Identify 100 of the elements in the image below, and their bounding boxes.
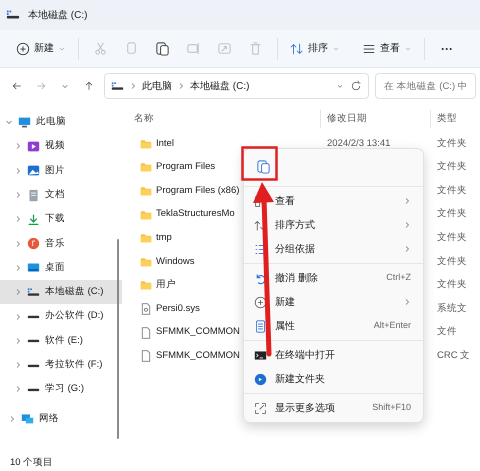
menu-item[interactable]: 显示更多选项 Shift+F10 — [244, 396, 423, 420]
paste-icon — [256, 159, 271, 174]
sidebar-item[interactable]: 考拉软件 (F:) — [0, 352, 122, 378]
menu-item[interactable]: 新建文件夹 — [244, 367, 423, 391]
menu-item[interactable]: 分组依据 — [244, 237, 423, 261]
sidebar-item[interactable]: 网络 — [0, 406, 122, 431]
file-icon — [140, 326, 152, 339]
file-type: 文件夹 — [437, 138, 467, 149]
menu-item[interactable]: 在终端中打开 — [244, 343, 423, 367]
download-icon — [27, 212, 40, 226]
item-count: 10 个项目 — [10, 456, 54, 470]
file-type: 文件夹 — [437, 256, 467, 267]
sidebar-item[interactable]: 文档 — [0, 182, 122, 208]
sort-button[interactable]: 排序 — [284, 38, 346, 59]
folder-icon — [140, 138, 152, 150]
highlight-frame — [241, 146, 278, 181]
more-button[interactable]: ··· — [435, 36, 459, 60]
more-options-icon — [254, 402, 267, 414]
sidebar-item[interactable]: 本地磁盘 (C:) — [0, 280, 122, 304]
folder-icon — [140, 161, 152, 174]
address-bar[interactable]: 此电脑 本地磁盘 (C:) — [104, 73, 369, 99]
column-header[interactable]: 修改日期 — [327, 112, 367, 126]
view-button[interactable]: 查看 — [356, 38, 418, 59]
chevron-icon — [129, 82, 137, 90]
window-title: 本地磁盘 (C:) — [28, 8, 88, 22]
forward-icon — [35, 80, 47, 92]
file-name[interactable]: Program Files — [156, 160, 216, 175]
back-icon — [11, 80, 23, 92]
share-icon — [217, 41, 232, 56]
menu-item[interactable]: 属性 Alt+Enter — [244, 314, 423, 338]
menu-item[interactable]: 排序方式 — [244, 213, 423, 237]
chevron-icon — [14, 264, 22, 272]
document-icon — [27, 188, 40, 202]
shortcut: Alt+Enter — [374, 319, 411, 332]
terminal-icon — [254, 348, 267, 362]
file-icon — [140, 350, 152, 362]
chevron-icon — [14, 191, 22, 200]
chevron-icon — [14, 166, 22, 175]
chevron-icon — [14, 361, 22, 370]
file-name[interactable]: SFMMK_COMMON — [156, 325, 240, 340]
file-type: CRC 文 — [437, 350, 470, 362]
music-icon — [27, 237, 40, 250]
desktop-icon — [27, 261, 40, 274]
chevron-icon — [5, 118, 13, 126]
plus-icon — [16, 42, 30, 56]
chevron-icon — [14, 385, 22, 394]
chevron-icon — [14, 312, 22, 321]
chevron-icon — [177, 82, 185, 90]
file-name[interactable]: TeklaStructuresMo — [156, 207, 235, 222]
system-file-icon — [140, 302, 152, 315]
new-folder-icon — [254, 372, 267, 386]
chevron-icon — [14, 240, 22, 248]
breadcrumb[interactable]: 此电脑 — [142, 78, 172, 94]
folder-icon — [140, 279, 152, 292]
menu-item[interactable]: 撤消 删除 Ctrl+Z — [244, 266, 423, 290]
shortcut: Ctrl+Z — [386, 271, 411, 284]
column-header[interactable]: 类型 — [437, 112, 457, 126]
network-icon — [21, 412, 34, 426]
sidebar-item[interactable]: 音乐 — [0, 231, 122, 256]
chevron-icon — [14, 142, 22, 150]
file-name[interactable]: tmp — [156, 231, 172, 246]
chevron-icon — [403, 221, 411, 229]
file-name[interactable]: Persi0.sys — [156, 302, 200, 316]
file-name[interactable]: Program Files (x86) — [156, 184, 240, 198]
sidebar-item[interactable]: 图片 — [0, 158, 122, 183]
sidebar-item[interactable]: 视频 — [0, 134, 122, 159]
folder-icon — [140, 208, 152, 221]
up-icon — [83, 80, 95, 92]
scrollbar[interactable] — [117, 239, 119, 439]
folder-icon — [140, 232, 152, 244]
chevron-icon — [14, 336, 22, 345]
modified-date: 2024/2/3 13:41 — [327, 138, 390, 149]
chevron-icon — [8, 414, 16, 423]
file-type: 文件夹 — [437, 232, 467, 244]
chevron-icon — [14, 288, 22, 296]
file-type: 文件夹 — [437, 279, 467, 290]
shortcut: Shift+F10 — [372, 401, 411, 414]
chevron-icon — [403, 298, 411, 306]
sidebar-item[interactable]: 桌面 — [0, 256, 122, 280]
chevron-icon — [403, 197, 411, 205]
sort-icon — [290, 42, 304, 56]
file-name[interactable]: Intel — [156, 136, 174, 151]
file-name[interactable]: Windows — [156, 254, 195, 269]
sidebar-item[interactable]: 此电脑 — [0, 110, 122, 134]
sidebar-item[interactable]: 下载 — [0, 207, 122, 232]
menu-item[interactable]: 新建 — [244, 290, 423, 314]
file-name[interactable]: 用户 — [156, 278, 176, 292]
new-button[interactable]: 新建 — [10, 38, 72, 59]
column-header[interactable]: 名称 — [134, 112, 154, 126]
drive-icon — [111, 80, 124, 92]
file-name[interactable]: SFMMK_COMMON — [156, 349, 240, 364]
sidebar-item[interactable]: 办公软件 (D:) — [0, 304, 122, 329]
search-field[interactable]: 在 本地磁盘 (C:) 中 — [375, 73, 476, 99]
sidebar-item[interactable]: 软件 (E:) — [0, 328, 122, 353]
breadcrumb[interactable]: 本地磁盘 (C:) — [190, 78, 250, 94]
delete-icon — [248, 41, 263, 56]
file-type: 文件 — [437, 326, 457, 338]
computer-icon — [18, 116, 31, 129]
sidebar-item[interactable]: 学习 (G:) — [0, 377, 122, 402]
file-type: 文件夹 — [437, 208, 467, 220]
